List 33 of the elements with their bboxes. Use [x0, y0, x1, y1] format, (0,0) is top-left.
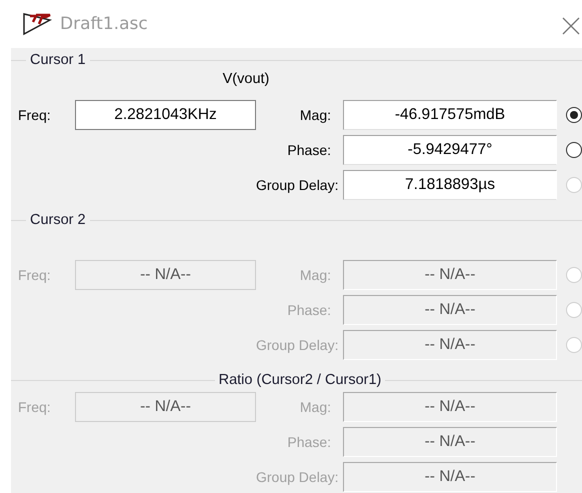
field-label: Freq: — [18, 267, 52, 283]
frequency-field[interactable]: 2.2821043KHz — [75, 100, 256, 130]
radio-button[interactable] — [566, 107, 582, 123]
field-label: Mag: — [298, 107, 332, 123]
group-title: Cursor 2 — [29, 212, 87, 228]
field-label: Mag: — [298, 267, 332, 283]
field-label: Mag: — [298, 399, 332, 415]
radio-button[interactable] — [566, 142, 582, 158]
value-field[interactable]: 7.1818893µs — [343, 170, 557, 200]
field-label: Group Delay: — [256, 469, 340, 485]
value-field: -- N/A-- — [343, 260, 557, 290]
logo-icon — [22, 12, 52, 36]
field-label: Phase: — [286, 434, 332, 450]
value-field: -- N/A-- — [343, 392, 557, 422]
field-label: Freq: — [18, 399, 52, 415]
value-field: -- N/A-- — [343, 330, 557, 360]
group-title: Ratio (Cursor2 / Cursor1) — [218, 372, 382, 388]
trace-name: V(vout) — [222, 71, 270, 87]
window-title: Draft1.asc — [60, 14, 148, 34]
close-icon[interactable] — [562, 17, 580, 35]
field-label: Phase: — [286, 142, 332, 158]
field-label: Phase: — [286, 302, 332, 318]
frequency-field: -- N/A-- — [75, 392, 256, 422]
value-field: -- N/A-- — [343, 295, 557, 325]
field-label: Group Delay: — [256, 177, 340, 193]
value-field[interactable]: -5.9429477° — [343, 135, 557, 165]
value-field: -- N/A-- — [343, 427, 557, 457]
value-field[interactable]: -46.917575mdB — [343, 100, 557, 130]
field-label: Freq: — [18, 107, 52, 123]
value-field: -- N/A-- — [343, 462, 557, 492]
field-label: Group Delay: — [256, 337, 340, 353]
group-title: Cursor 1 — [29, 52, 87, 68]
frequency-field: -- N/A-- — [75, 260, 256, 290]
